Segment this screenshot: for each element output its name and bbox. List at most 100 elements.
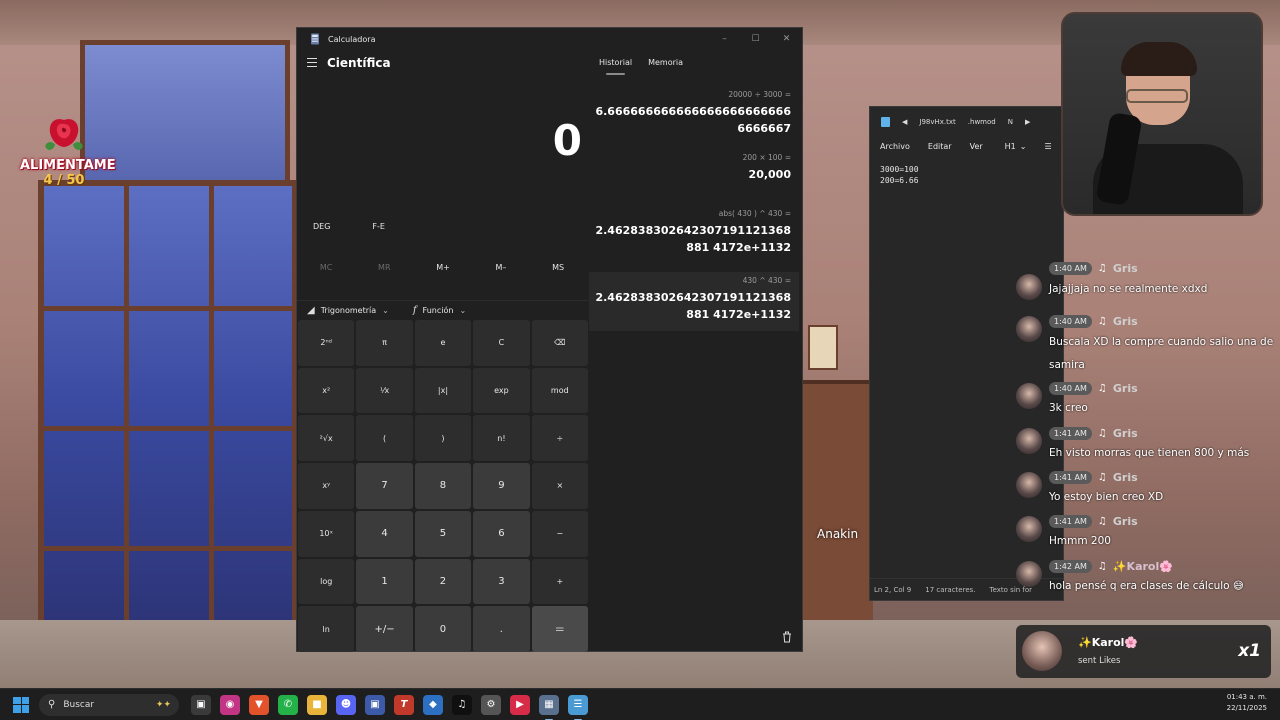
memory-clear-button[interactable]: MC xyxy=(320,263,333,272)
notepad-tab[interactable]: J98vHx.txt xyxy=(919,118,955,126)
trigonometry-dropdown[interactable]: ◢ Trigonometría ⌄ xyxy=(307,305,389,316)
ten-power-key[interactable]: 10ˣ xyxy=(298,510,355,557)
tab-scroll-right-icon[interactable]: ▶ xyxy=(1025,118,1030,126)
mod-key[interactable]: mod xyxy=(531,367,588,414)
open-paren-key[interactable]: ( xyxy=(356,415,413,462)
digit-1-key[interactable]: 1 xyxy=(356,558,413,605)
chevron-down-icon[interactable]: ⌄ xyxy=(1020,142,1027,151)
digit-0-key[interactable]: 0 xyxy=(414,606,472,652)
tiktok-app-icon[interactable]: ♫ xyxy=(452,694,472,715)
taskbar: ⚲ Buscar ✦✦ ▣ ◉ ▼ ✆ ■ ☻ ▣ T ◆ ♫ ⚙ ▶ ▦ ☰ … xyxy=(0,688,1280,720)
list-icon[interactable]: ☰ xyxy=(1044,142,1051,151)
square-root-key[interactable]: ²√x xyxy=(298,415,355,462)
memory-recall-button[interactable]: MR xyxy=(378,263,390,272)
calculator-taskbar-icon[interactable]: ▦ xyxy=(539,694,559,720)
memory-store-button[interactable]: MS xyxy=(552,263,564,272)
reciprocal-key[interactable]: ¹⁄x xyxy=(356,367,413,414)
avatar xyxy=(1016,274,1042,300)
notepad-tab[interactable]: N xyxy=(1008,118,1013,126)
history-item[interactable]: 430 ^ 430 = 2.46283830264230719112136888… xyxy=(589,272,799,331)
store-app-icon[interactable]: ◆ xyxy=(423,694,443,715)
multiply-key[interactable]: × xyxy=(531,463,588,509)
memory-subtract-button[interactable]: M– xyxy=(496,263,507,272)
digit-3-key[interactable]: 3 xyxy=(473,558,530,605)
settings-gear-icon[interactable]: ⚙ xyxy=(481,694,501,715)
trash-icon[interactable] xyxy=(781,631,793,643)
close-button[interactable]: ✕ xyxy=(771,28,802,50)
divide-key[interactable]: ÷ xyxy=(531,415,588,462)
menu-icon[interactable] xyxy=(307,58,317,68)
digit-5-key[interactable]: 5 xyxy=(414,510,472,557)
ln-key[interactable]: ln xyxy=(298,606,355,652)
digit-8-key[interactable]: 8 xyxy=(414,463,472,509)
heading-dropdown[interactable]: H1 xyxy=(1005,142,1016,151)
notepad-tab[interactable]: .hwmod xyxy=(968,118,996,126)
history-list: 20000 ÷ 3000 = 6.66666666666666666666666… xyxy=(589,86,799,331)
close-paren-key[interactable]: ) xyxy=(414,415,472,462)
negate-key[interactable]: +/− xyxy=(356,606,413,652)
notepad-text-area[interactable]: 3000=100 200=6.66 xyxy=(870,155,1063,195)
power-key[interactable]: xʸ xyxy=(298,463,355,509)
message-user: Gris xyxy=(1112,427,1138,440)
whatsapp-icon[interactable]: ✆ xyxy=(278,694,298,715)
avatar xyxy=(1016,561,1042,587)
pi-key[interactable]: π xyxy=(356,320,413,366)
message-text: Hmmm 200 xyxy=(1049,535,1111,547)
history-item[interactable]: 20000 ÷ 3000 = 6.66666666666666666666666… xyxy=(589,86,799,145)
tiktok-icon: ♫ xyxy=(1097,383,1107,394)
windows-start-icon[interactable] xyxy=(13,696,29,713)
exp-key[interactable]: exp xyxy=(473,367,530,414)
digit-7-key[interactable]: 7 xyxy=(356,463,413,509)
tab-memory[interactable]: Memoria xyxy=(648,58,683,67)
absolute-key[interactable]: |x| xyxy=(414,367,472,414)
file-explorer-icon[interactable]: ■ xyxy=(307,694,327,715)
notepad-taskbar-icon[interactable]: ☰ xyxy=(568,694,588,720)
video-player-icon[interactable]: ▶ xyxy=(510,694,530,715)
minimize-button[interactable]: – xyxy=(709,28,740,50)
backspace-key[interactable]: ⌫ xyxy=(531,320,588,366)
calculator-titlebar[interactable]: Calculadora – ☐ ✕ xyxy=(297,28,802,50)
trigonometry-label: Trigonometría xyxy=(320,306,377,315)
calculator-window: Calculadora – ☐ ✕ Científica 0 DEG F-E M… xyxy=(296,27,803,652)
notepad-tabs: ◀ J98vHx.txt .hwmod N ▶ xyxy=(870,107,1063,137)
factorial-key[interactable]: n! xyxy=(473,415,530,462)
notepad-icon xyxy=(881,117,890,127)
tf-app-icon[interactable]: T xyxy=(394,694,414,715)
history-item[interactable]: 200 × 100 = 20,000 xyxy=(589,149,799,191)
notation-button[interactable]: F-E xyxy=(356,222,401,231)
instagram-icon[interactable]: ◉ xyxy=(220,694,240,715)
message-user: Gris xyxy=(1112,262,1138,275)
digit-9-key[interactable]: 9 xyxy=(473,463,530,509)
message-time: 1:40 AM xyxy=(1049,315,1092,328)
memory-add-button[interactable]: M+ xyxy=(436,263,450,272)
history-item[interactable]: abs( 430 ) ^ 430 = 2.4628383026423071911… xyxy=(589,205,799,264)
function-dropdown[interactable]: f Función ⌄ xyxy=(413,305,466,316)
media-app-icon[interactable]: ▣ xyxy=(365,694,385,715)
task-view-icon[interactable]: ▣ xyxy=(191,694,211,715)
decimal-key[interactable]: . xyxy=(473,606,530,652)
angle-unit-button[interactable]: DEG xyxy=(297,222,346,231)
add-key[interactable]: + xyxy=(531,558,588,605)
menu-editar[interactable]: Editar xyxy=(928,142,952,151)
discord-icon[interactable]: ☻ xyxy=(336,694,356,715)
e-key[interactable]: e xyxy=(414,320,472,366)
avatar xyxy=(1022,631,1062,671)
second-function-key[interactable]: 2ⁿᵈ xyxy=(298,320,355,366)
taskbar-search[interactable]: ⚲ Buscar ✦✦ xyxy=(39,693,179,716)
tab-scroll-left-icon[interactable]: ◀ xyxy=(902,118,907,126)
log-key[interactable]: log xyxy=(298,558,355,605)
brave-browser-icon[interactable]: ▼ xyxy=(249,694,269,715)
subtract-key[interactable]: − xyxy=(531,510,588,557)
tab-history[interactable]: Historial xyxy=(599,58,632,75)
menu-ver[interactable]: Ver xyxy=(970,142,983,151)
menu-archivo[interactable]: Archivo xyxy=(880,142,910,151)
digit-4-key[interactable]: 4 xyxy=(356,510,413,557)
system-clock[interactable]: 01:43 a. m. 22/11/2025 xyxy=(1227,692,1267,714)
clock-time: 01:43 a. m. xyxy=(1226,693,1267,701)
equals-key[interactable]: = xyxy=(531,606,588,652)
digit-6-key[interactable]: 6 xyxy=(473,510,530,557)
maximize-button[interactable]: ☐ xyxy=(740,28,771,50)
clear-key[interactable]: C xyxy=(473,320,530,366)
square-key[interactable]: x² xyxy=(298,367,355,414)
digit-2-key[interactable]: 2 xyxy=(414,558,472,605)
